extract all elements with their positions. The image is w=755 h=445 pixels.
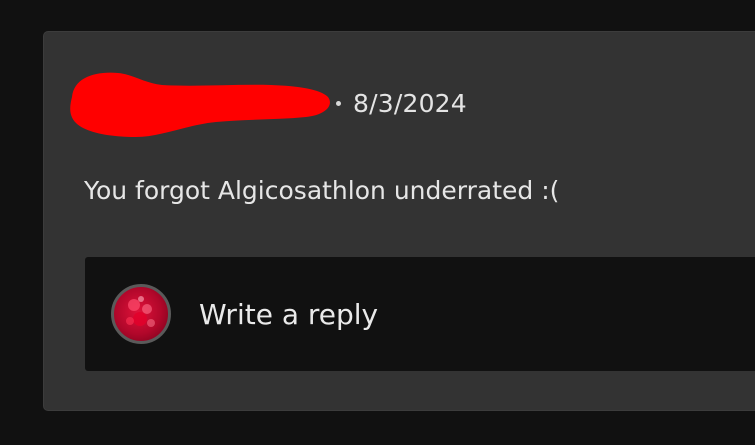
comment-text: You forgot Algicosathlon underrated :( (84, 176, 560, 205)
reply-input[interactable]: Write a reply (85, 257, 755, 371)
comment-date: 8/3/2024 (353, 88, 467, 118)
redacted-username (66, 67, 334, 139)
comment-card: 8/3/2024 You forgot Algicosathlon underr… (43, 31, 755, 411)
reply-placeholder: Write a reply (199, 297, 379, 331)
user-avatar-icon (111, 284, 171, 344)
comment-header: 8/3/2024 (66, 68, 467, 138)
separator-dot (336, 100, 341, 106)
